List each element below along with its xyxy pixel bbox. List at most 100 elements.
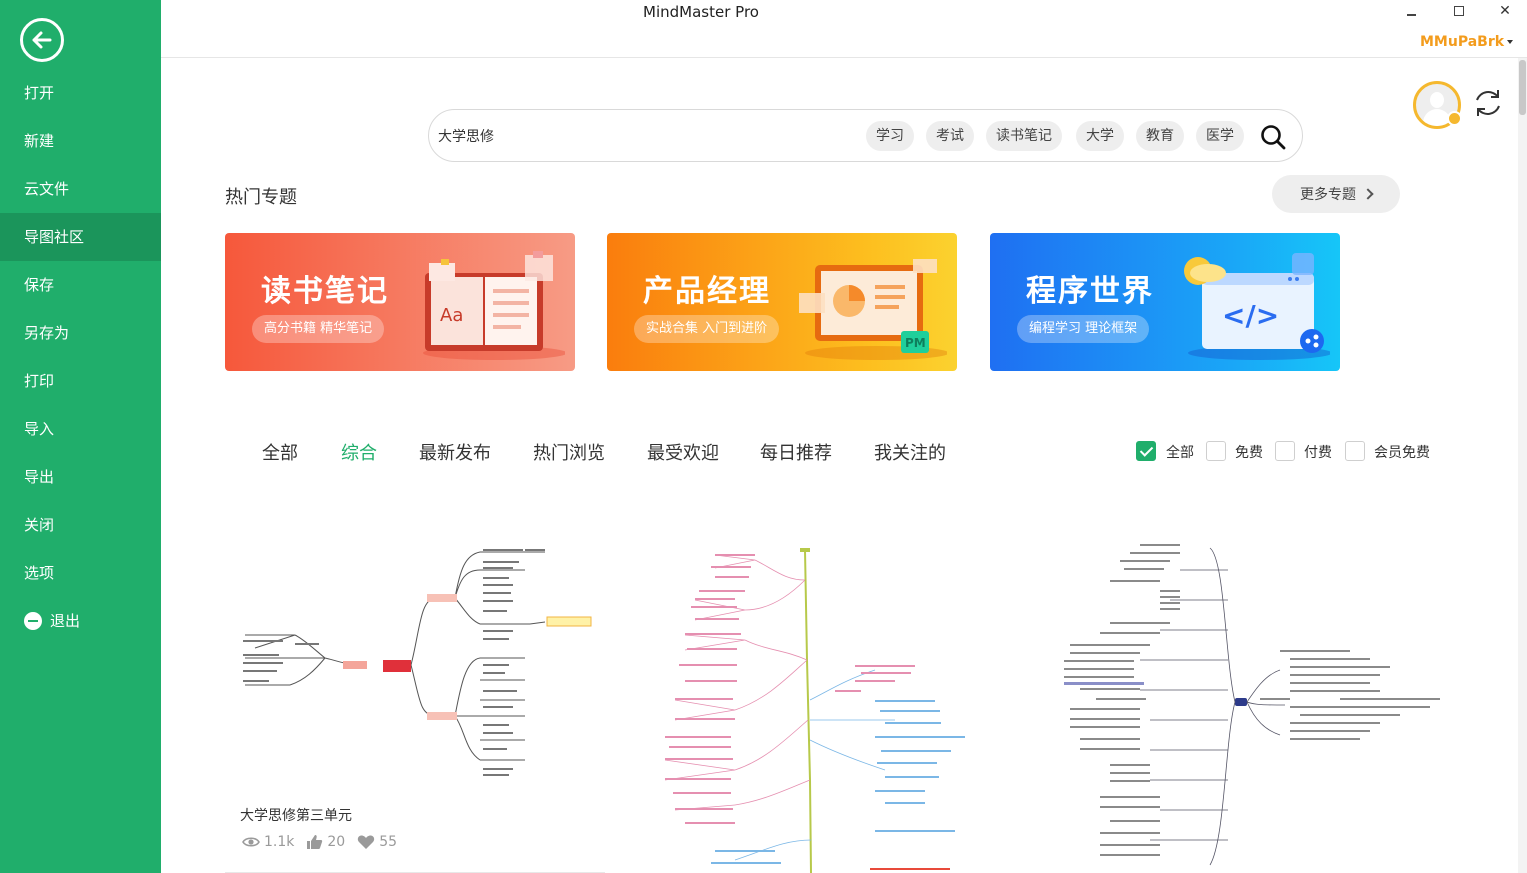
title-bar: MindMaster Pro ✕ MMuPaBrk (161, 0, 1527, 58)
sidebar-item-label: 打开 (24, 84, 55, 102)
sidebar-item-label: 另存为 (24, 324, 70, 342)
tab-comprehensive[interactable]: 综合 (341, 439, 377, 465)
filter-free-label[interactable]: 免费 (1235, 442, 1263, 462)
filter-paid-checkbox[interactable] (1275, 441, 1295, 461)
mindmap-thumbnail (664, 548, 965, 873)
maximize-icon (1454, 6, 1464, 16)
sidebar-item-label: 导入 (24, 420, 55, 438)
vip-badge-icon (1447, 111, 1462, 126)
filter-all-checkbox[interactable] (1136, 441, 1156, 461)
topic-banner[interactable]: 读书笔记 高分书籍 精华笔记 Aa (225, 233, 575, 371)
sidebar-item-save-as[interactable]: 另存为 (0, 309, 161, 357)
minimize-icon (1406, 14, 1416, 16)
search-icon[interactable] (1259, 123, 1287, 151)
product-illustration: PM (799, 259, 947, 360)
likes-stat[interactable]: 20 (306, 834, 345, 850)
views-stat: 1.1k (242, 834, 294, 850)
topic-banner[interactable]: 产品经理 实战合集 入门到进阶 PM (607, 233, 957, 371)
more-topics-label: 更多专题 (1300, 187, 1356, 203)
mindmap-thumbnail (1064, 544, 1440, 866)
banner-subtitle: 高分书籍 精华笔记 (252, 315, 385, 343)
sidebar-item-label: 关闭 (24, 516, 55, 534)
sidebar-item-open[interactable]: 打开 (0, 69, 161, 117)
close-icon: ✕ (1499, 3, 1511, 19)
sidebar-nav: 打开 新建 云文件 导图社区 保存 另存为 打印 导入 导出 关闭 选项 退出 (0, 69, 161, 645)
sidebar-item-exit[interactable]: 退出 (0, 597, 161, 645)
more-topics-button[interactable]: 更多专题 (1272, 175, 1400, 213)
sidebar-item-print[interactable]: 打印 (0, 357, 161, 405)
search-tag[interactable]: 考试 (926, 121, 974, 151)
sidebar-item-label: 新建 (24, 132, 55, 150)
mindmap-card[interactable] (615, 540, 995, 873)
close-button[interactable]: ✕ (1487, 0, 1523, 22)
caret-down-icon (1507, 40, 1514, 44)
search-tag[interactable]: 大学 (1076, 121, 1124, 151)
favorites-stat[interactable]: 55 (357, 834, 397, 850)
sidebar-item-label: 云文件 (24, 180, 70, 198)
user-name: MMuPaBrk (1420, 34, 1505, 50)
sidebar-item-export[interactable]: 导出 (0, 453, 161, 501)
card-title: 大学思修第三单元 (240, 808, 352, 824)
tab-daily[interactable]: 每日推荐 (760, 439, 832, 465)
chevron-right-icon (1362, 188, 1374, 200)
sidebar-item-label: 导图社区 (24, 228, 85, 246)
tab-popular[interactable]: 最受欢迎 (647, 439, 719, 465)
svg-text:PM: PM (905, 336, 926, 350)
search-tag[interactable]: 学习 (866, 121, 914, 151)
banner-title: 产品经理 (643, 274, 771, 309)
sidebar-item-label: 选项 (24, 564, 55, 582)
svg-text:</>: </> (1222, 299, 1279, 332)
search-bar: 学习 考试 读书笔记 大学 教育 医学 (428, 109, 1303, 162)
sidebar-item-community[interactable]: 导图社区 (0, 213, 161, 261)
code-illustration: </> (1184, 253, 1330, 360)
sidebar-item-options[interactable]: 选项 (0, 549, 161, 597)
favorites-count: 55 (379, 834, 398, 850)
filter-all-label[interactable]: 全部 (1166, 442, 1194, 462)
mindmap-card[interactable] (1040, 540, 1440, 873)
views-count: 1.1k (264, 834, 295, 850)
filter-member-free-checkbox[interactable] (1345, 441, 1365, 461)
tab-all[interactable]: 全部 (262, 439, 298, 465)
filter-paid-label[interactable]: 付费 (1304, 442, 1332, 462)
maximize-button[interactable] (1441, 0, 1477, 22)
user-menu[interactable]: MMuPaBrk (1420, 34, 1514, 50)
banner-subtitle: 编程学习 理论框架 (1017, 315, 1150, 343)
filter-member-free-label[interactable]: 会员免费 (1374, 442, 1430, 462)
search-tag[interactable]: 读书笔记 (986, 121, 1062, 151)
sidebar-item-label: 导出 (24, 468, 55, 486)
search-input[interactable] (438, 124, 818, 148)
tab-following[interactable]: 我关注的 (874, 439, 946, 465)
heart-icon (358, 835, 375, 849)
sidebar-item-label: 打印 (24, 372, 55, 390)
svg-text:Aa: Aa (440, 305, 463, 326)
section-title: 热门专题 (225, 187, 297, 208)
mindmap-thumbnail (243, 549, 592, 776)
eye-icon (242, 837, 260, 847)
sidebar-item-label: 保存 (24, 276, 55, 294)
sidebar-item-save[interactable]: 保存 (0, 261, 161, 309)
banner-title: 读书笔记 (261, 274, 389, 309)
topic-banner[interactable]: 程序世界 编程学习 理论框架 </> (990, 233, 1340, 371)
sidebar: 打开 新建 云文件 导图社区 保存 另存为 打印 导入 导出 关闭 选项 退出 (0, 0, 161, 873)
filter-free-checkbox[interactable] (1206, 441, 1226, 461)
search-tag[interactable]: 医学 (1196, 121, 1244, 151)
sidebar-item-cloud-files[interactable]: 云文件 (0, 165, 161, 213)
scrollbar-thumb[interactable] (1519, 60, 1526, 115)
mindmap-card[interactable]: 大学思修第三单元 1.1k 20 55 (225, 540, 605, 873)
sidebar-item-import[interactable]: 导入 (0, 405, 161, 453)
search-tag[interactable]: 教育 (1136, 121, 1184, 151)
avatar-head (1430, 92, 1444, 108)
likes-count: 20 (327, 834, 346, 850)
thumbs-up-icon (307, 835, 323, 849)
tab-latest[interactable]: 最新发布 (419, 439, 491, 465)
refresh-icon[interactable] (1471, 86, 1505, 120)
minimize-button[interactable] (1393, 0, 1429, 22)
card-stats: 1.1k 20 55 (242, 834, 409, 850)
vertical-scrollbar[interactable] (1518, 58, 1527, 873)
sidebar-item-new[interactable]: 新建 (0, 117, 161, 165)
sidebar-item-close[interactable]: 关闭 (0, 501, 161, 549)
book-illustration: Aa (423, 251, 565, 360)
banner-title: 程序世界 (1026, 274, 1154, 309)
back-arrow-icon[interactable] (20, 18, 64, 62)
tab-hot[interactable]: 热门浏览 (533, 439, 605, 465)
